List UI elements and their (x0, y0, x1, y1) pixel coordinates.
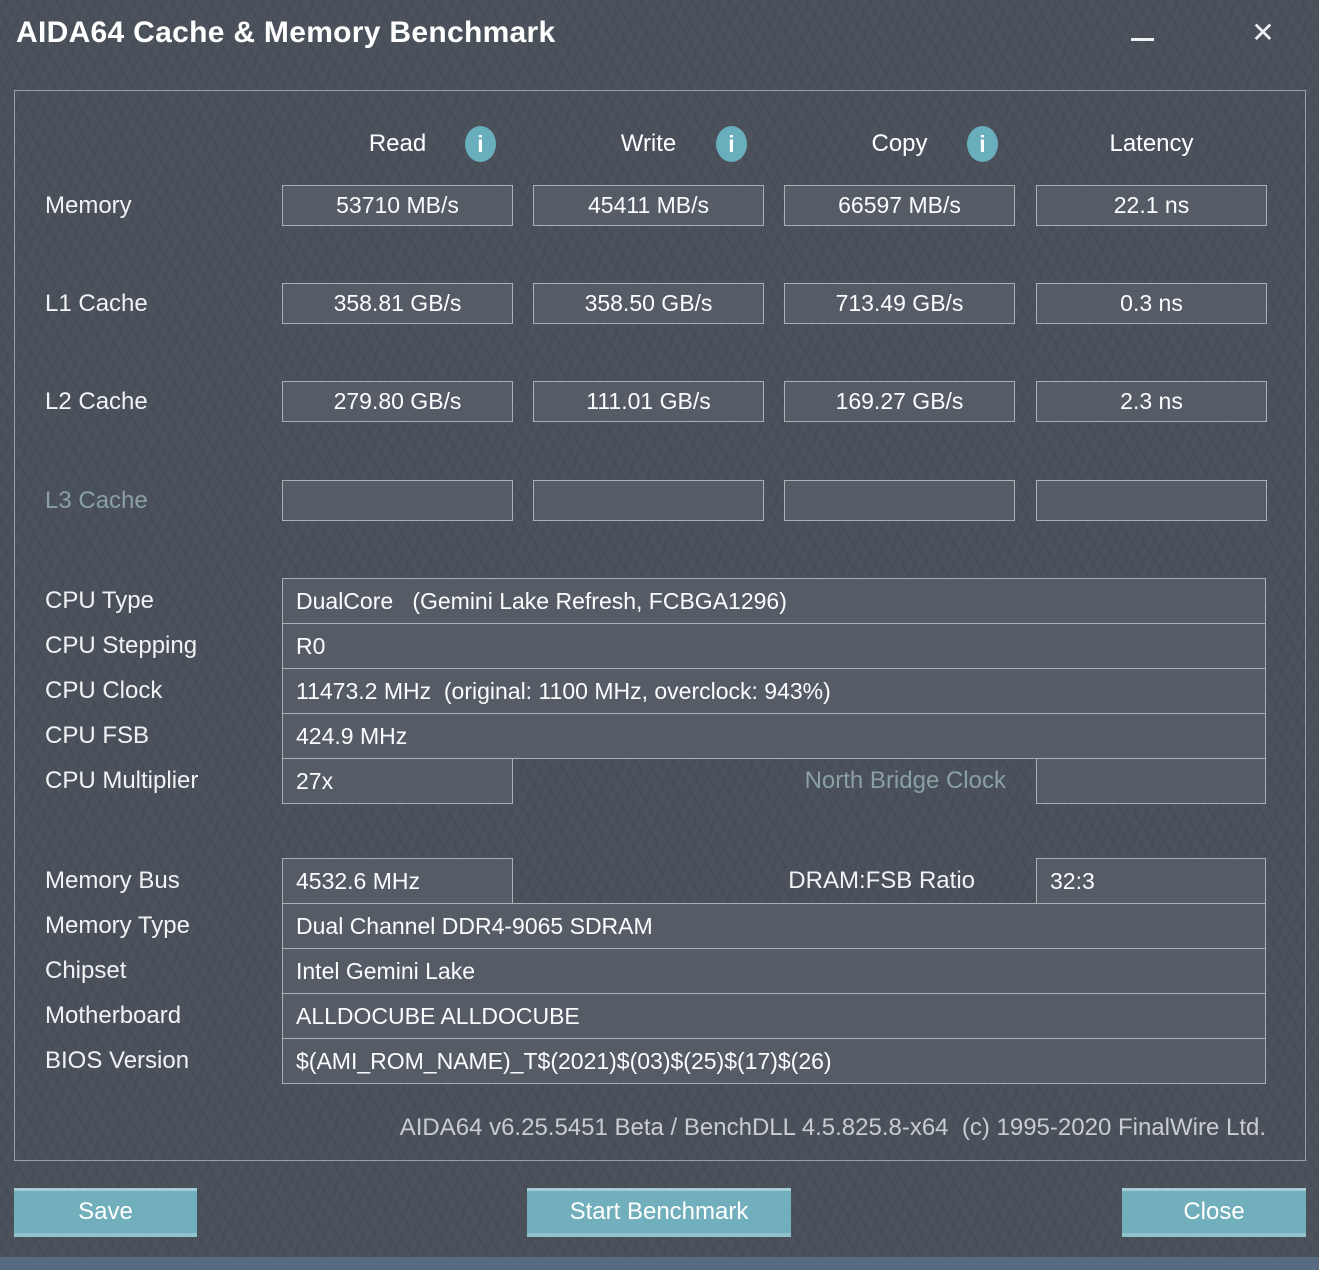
l2-read-value: 279.80 GB/s (282, 381, 513, 422)
chipset-value: Intel Gemini Lake (282, 948, 1266, 994)
memory-bus-value: 4532.6 MHz (282, 858, 513, 904)
column-header-write: Write i (533, 124, 764, 164)
label-cpu-stepping: CPU Stepping (45, 623, 197, 669)
info-icon[interactable]: i (967, 126, 998, 162)
row-label-memory: Memory (45, 185, 132, 226)
bios-version-value: $(AMI_ROM_NAME)_T$(2021)$(03)$(25)$(17)$… (282, 1038, 1266, 1084)
l1-copy-value: 713.49 GB/s (784, 283, 1015, 324)
write-header-label: Write (621, 130, 677, 158)
memory-type-value: Dual Channel DDR4-9065 SDRAM (282, 903, 1266, 949)
l3-latency-value (1036, 480, 1267, 521)
label-bios-version: BIOS Version (45, 1038, 189, 1084)
start-benchmark-button[interactable]: Start Benchmark (527, 1188, 791, 1237)
close-window-button[interactable]: ✕ (1244, 12, 1282, 52)
label-memory-bus: Memory Bus (45, 858, 180, 904)
column-header-latency: Latency (1036, 124, 1267, 164)
label-cpu-type: CPU Type (45, 578, 154, 624)
version-text: AIDA64 v6.25.5451 Beta / BenchDLL 4.5.82… (0, 1114, 1266, 1142)
cpu-fsb-value: 424.9 MHz (282, 713, 1266, 759)
north-bridge-clock-value (1036, 758, 1266, 804)
window-bottom-edge (0, 1257, 1319, 1270)
row-label-l1-cache: L1 Cache (45, 283, 148, 324)
minimize-button[interactable] (1125, 16, 1159, 50)
motherboard-value: ALLDOCUBE ALLDOCUBE (282, 993, 1266, 1039)
column-header-copy: Copy i (784, 124, 1015, 164)
l1-read-value: 358.81 GB/s (282, 283, 513, 324)
memory-write-value: 45411 MB/s (533, 185, 764, 226)
copy-header-label: Copy (871, 130, 927, 158)
label-north-bridge-clock: North Bridge Clock (513, 758, 1036, 804)
latency-header-label: Latency (1109, 130, 1193, 158)
cpu-type-value: DualCore (Gemini Lake Refresh, FCBGA1296… (282, 578, 1266, 624)
l3-copy-value (784, 480, 1015, 521)
label-cpu-fsb: CPU FSB (45, 713, 149, 759)
dram-fsb-ratio-value: 32:3 (1036, 858, 1266, 904)
label-cpu-clock: CPU Clock (45, 668, 162, 714)
read-header-label: Read (369, 130, 426, 158)
row-label-l3-cache: L3 Cache (45, 480, 148, 521)
l2-write-value: 111.01 GB/s (533, 381, 764, 422)
info-icon[interactable]: i (716, 126, 747, 162)
close-icon: ✕ (1251, 16, 1274, 49)
column-header-read: Read i (282, 124, 513, 164)
cpu-clock-value: 11473.2 MHz (original: 1100 MHz, overclo… (282, 668, 1266, 714)
l1-latency-value: 0.3 ns (1036, 283, 1267, 324)
l2-latency-value: 2.3 ns (1036, 381, 1267, 422)
cpu-multiplier-value: 27x (282, 758, 513, 804)
window-title: AIDA64 Cache & Memory Benchmark (16, 16, 556, 50)
label-dram-fsb-ratio: DRAM:FSB Ratio (513, 858, 1036, 904)
label-memory-type: Memory Type (45, 903, 190, 949)
memory-latency-value: 22.1 ns (1036, 185, 1267, 226)
l3-read-value (282, 480, 513, 521)
l2-copy-value: 169.27 GB/s (784, 381, 1015, 422)
close-button[interactable]: Close (1122, 1188, 1306, 1237)
memory-read-value: 53710 MB/s (282, 185, 513, 226)
aida64-benchmark-window: { "window": { "title": "AIDA64 Cache & M… (0, 0, 1319, 1270)
label-motherboard: Motherboard (45, 993, 181, 1039)
memory-copy-value: 66597 MB/s (784, 185, 1015, 226)
label-chipset: Chipset (45, 948, 126, 994)
cpu-stepping-value: R0 (282, 623, 1266, 669)
save-button[interactable]: Save (14, 1188, 197, 1237)
l3-write-value (533, 480, 764, 521)
label-cpu-multiplier: CPU Multiplier (45, 758, 198, 804)
row-label-l2-cache: L2 Cache (45, 381, 148, 422)
info-icon[interactable]: i (465, 126, 496, 162)
l1-write-value: 358.50 GB/s (533, 283, 764, 324)
minimize-icon (1131, 38, 1154, 41)
